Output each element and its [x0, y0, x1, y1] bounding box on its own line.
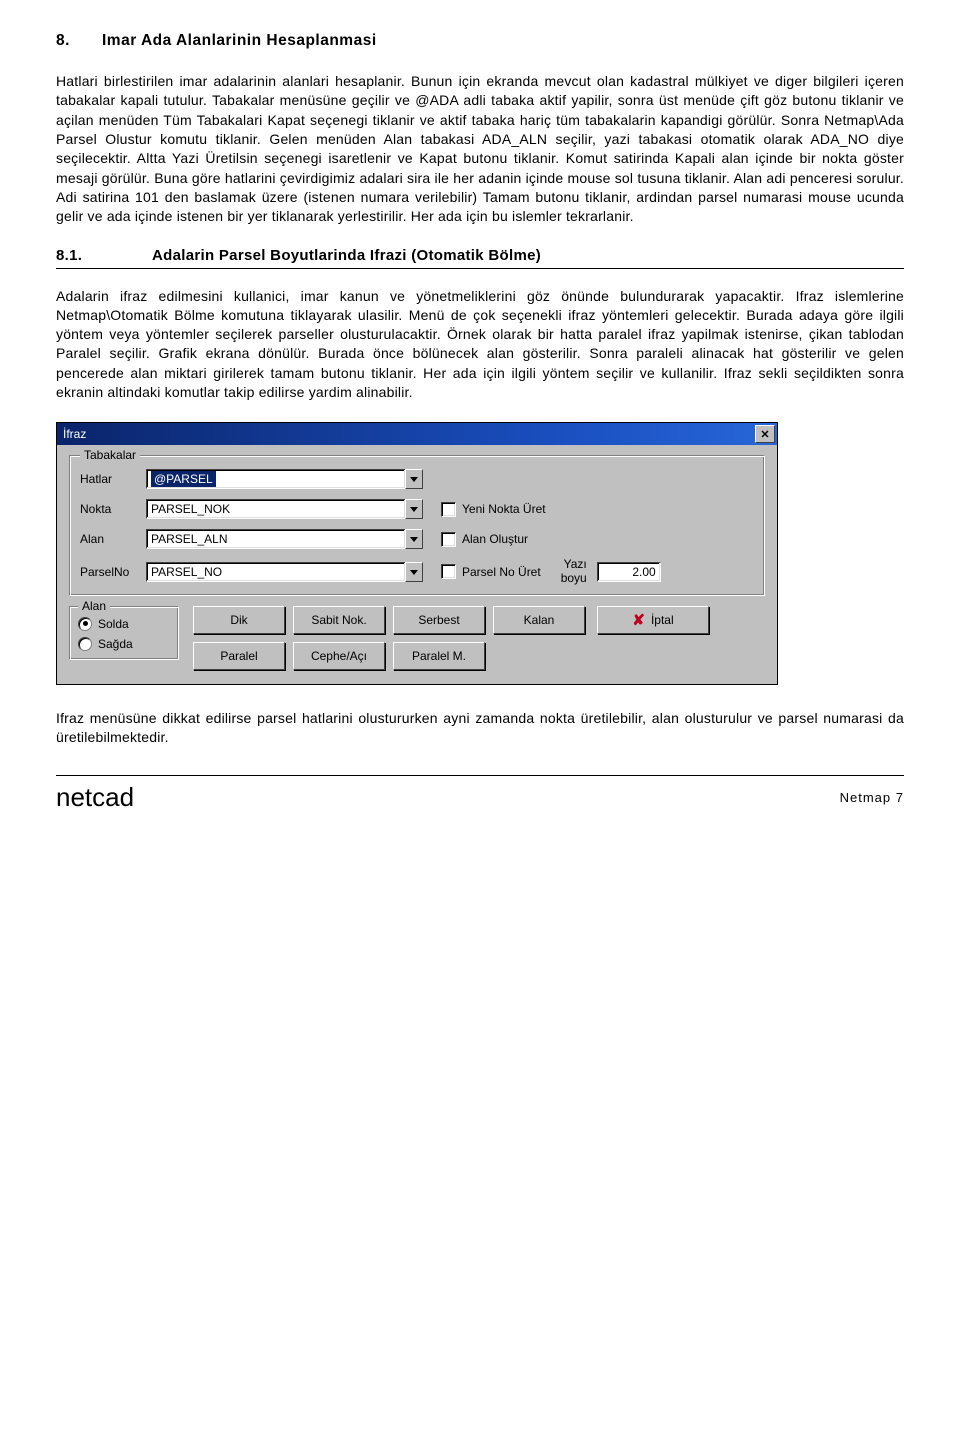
sagda-radio[interactable]: [78, 637, 92, 651]
hatlar-value: @PARSEL: [151, 471, 216, 487]
parselno-dropdown-icon[interactable]: [405, 562, 423, 582]
parselno-uret-label: Parsel No Üret: [462, 565, 541, 579]
yazi-label-1: Yazı: [564, 558, 587, 571]
section-rule: [56, 268, 904, 269]
parselno-input[interactable]: PARSEL_NO: [146, 562, 406, 582]
dialog-titlebar[interactable]: İfraz ✕: [57, 423, 777, 445]
parselno-value: PARSEL_NO: [151, 565, 222, 579]
dik-button[interactable]: Dik: [193, 606, 285, 634]
kalan-button[interactable]: Kalan: [493, 606, 585, 634]
yazi-label-2: boyu: [561, 572, 587, 585]
alan-value: PARSEL_ALN: [151, 532, 227, 546]
label-hatlar: Hatlar: [80, 472, 146, 486]
alan-olustur-label: Alan Oluştur: [462, 532, 528, 546]
yazi-boyu-input[interactable]: 2.00: [597, 562, 661, 582]
alan-olustur-checkbox[interactable]: [441, 532, 456, 547]
heading-8-1: 8.1.Adalarin Parsel Boyutlarinda Ifrazi …: [56, 247, 904, 264]
label-nokta: Nokta: [80, 502, 146, 516]
page-number: Netmap 7: [840, 790, 904, 805]
iptal-button[interactable]: ✘ İptal: [597, 606, 709, 634]
page-footer: netcad Netmap 7: [56, 775, 904, 813]
paralel-button[interactable]: Paralel: [193, 642, 285, 670]
nokta-dropdown-icon[interactable]: [405, 499, 423, 519]
group-alan-legend: Alan: [78, 599, 110, 613]
heading-8-1-num: 8.1.: [56, 247, 152, 264]
close-icon[interactable]: ✕: [755, 425, 775, 443]
heading-8-1-title: Adalarin Parsel Boyutlarinda Ifrazi (Oto…: [152, 247, 541, 264]
paralel-m-button[interactable]: Paralel M.: [393, 642, 485, 670]
sagda-label: Sağda: [98, 637, 133, 651]
alan-input[interactable]: PARSEL_ALN: [146, 529, 406, 549]
cephe-aci-button[interactable]: Cephe/Açı: [293, 642, 385, 670]
heading-8: 8.Imar Ada Alanlarinin Hesaplanmasi: [56, 32, 904, 50]
paragraph-3: Ifraz menüsüne dikkat edilirse parsel ha…: [56, 709, 904, 748]
solda-label: Solda: [98, 617, 129, 631]
nokta-input[interactable]: PARSEL_NOK: [146, 499, 406, 519]
nokta-value: PARSEL_NOK: [151, 502, 230, 516]
serbest-button[interactable]: Serbest: [393, 606, 485, 634]
group-tabakalar-legend: Tabakalar: [80, 448, 140, 462]
yeni-nokta-checkbox[interactable]: [441, 502, 456, 517]
paragraph-1: Hatlari birlestirilen imar adalarinin al…: [56, 72, 904, 227]
label-parselno: ParselNo: [80, 565, 146, 579]
solda-radio[interactable]: [78, 617, 92, 631]
hatlar-dropdown-icon[interactable]: [405, 469, 423, 489]
dialog-title: İfraz: [63, 427, 755, 441]
paragraph-2: Adalarin ifraz edilmesini kullanici, ima…: [56, 287, 904, 403]
yeni-nokta-label: Yeni Nokta Üret: [462, 502, 546, 516]
parselno-uret-checkbox[interactable]: [441, 564, 456, 579]
group-alan: Alan Solda Sağda: [69, 606, 179, 660]
dialog-figure: İfraz ✕ Tabakalar Hatlar @PARSEL: [56, 422, 904, 684]
sabit-nok-button[interactable]: Sabit Nok.: [293, 606, 385, 634]
alan-dropdown-icon[interactable]: [405, 529, 423, 549]
heading-8-num: 8.: [56, 32, 102, 50]
label-alan: Alan: [80, 532, 146, 546]
netcad-logo: netcad: [56, 782, 134, 813]
hatlar-input[interactable]: @PARSEL: [146, 469, 406, 489]
iptal-label: İptal: [651, 613, 674, 627]
group-tabakalar: Tabakalar Hatlar @PARSEL: [69, 455, 765, 595]
ifraz-dialog: İfraz ✕ Tabakalar Hatlar @PARSEL: [56, 422, 778, 684]
cancel-x-icon: ✘: [632, 611, 645, 629]
yazi-boyu-value: 2.00: [632, 565, 655, 579]
heading-8-title: Imar Ada Alanlarinin Hesaplanmasi: [102, 32, 377, 49]
